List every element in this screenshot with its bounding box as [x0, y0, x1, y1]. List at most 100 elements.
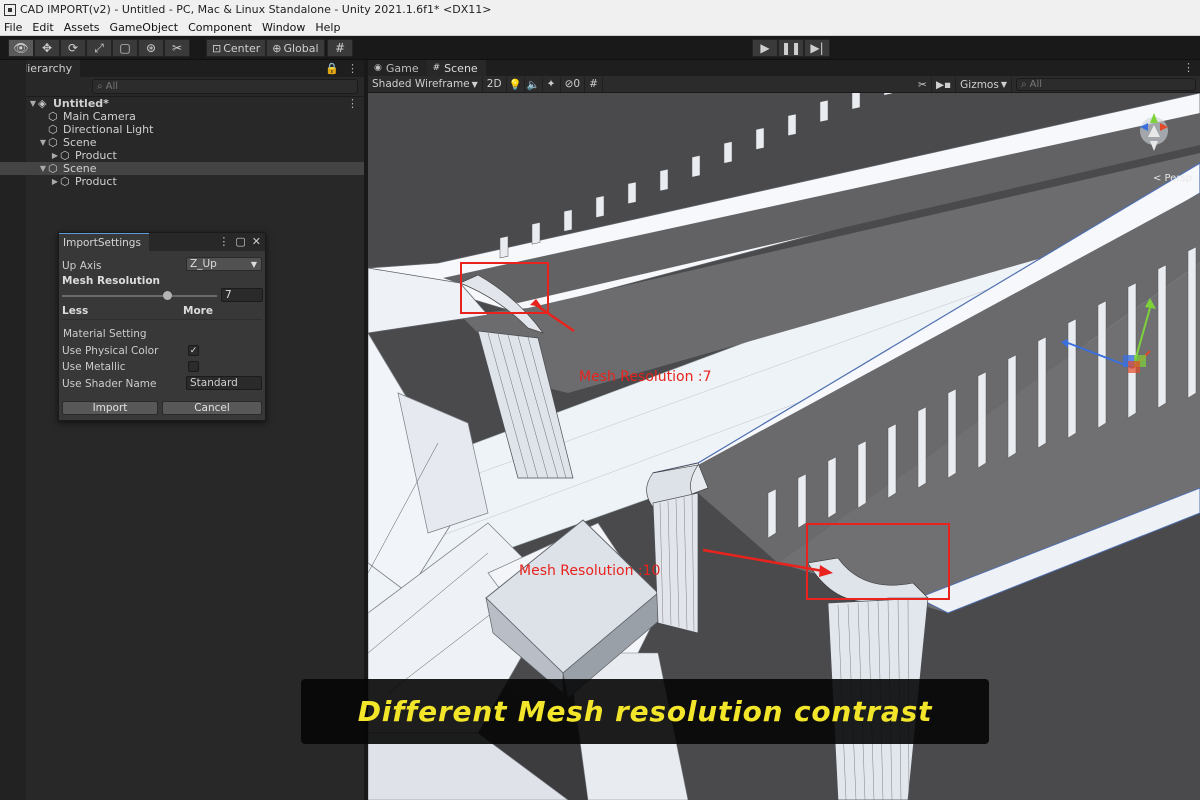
lighting-toggle[interactable]: 💡	[507, 76, 525, 92]
grid-icon: #	[589, 78, 598, 90]
effects-dropdown[interactable]: ✦	[543, 76, 561, 92]
rotate-tool-button[interactable]: ⟳	[60, 39, 86, 57]
mesh-resolution-slider-thumb[interactable]	[163, 291, 172, 300]
lock-icon[interactable]: 🔒	[325, 62, 339, 75]
menu-edit[interactable]: Edit	[32, 21, 53, 34]
maximize-icon[interactable]: ▢	[235, 235, 245, 248]
tab-scene[interactable]: # Scene	[426, 60, 486, 76]
menu-gameobject[interactable]: GameObject	[110, 21, 179, 34]
tab-import-settings[interactable]: ImportSettings	[59, 233, 149, 251]
rect-tool-button[interactable]: ▢	[112, 39, 138, 57]
camera-dropdown[interactable]: ▶▪	[932, 77, 957, 92]
step-button[interactable]: ▶|	[804, 39, 830, 57]
import-settings-window: ImportSettings ⋮ ▢ ✕ Up Axis Z_Up ▼ Mesh…	[58, 232, 266, 421]
persp-label[interactable]: < Persp	[1153, 173, 1192, 184]
rotate-icon: ⟳	[67, 41, 79, 55]
grid-snap-button[interactable]: #	[327, 39, 353, 57]
pivot-center-button[interactable]: ⊡ Center	[206, 39, 267, 57]
hidden-objects-toggle[interactable]: ⊘ 0	[561, 76, 586, 92]
play-button[interactable]: ▶	[752, 39, 778, 57]
scale-tool-button[interactable]: ⤢	[86, 39, 112, 57]
gizmos-dropdown[interactable]: Gizmos ▼	[956, 77, 1012, 92]
unity-logo-icon	[4, 3, 16, 16]
tree-row-scene-1[interactable]: ▼ ⬡ Scene	[0, 136, 364, 149]
custom-tool-button[interactable]: ✂	[164, 39, 190, 57]
hierarchy-tabbar: ☰ Hierarchy 🔒 ⋮	[0, 60, 364, 77]
pivot-tools: ⊡ Center ⊕ Global	[206, 39, 325, 57]
camera-icon: ▶▪	[935, 78, 952, 91]
pause-icon: ❚❚	[780, 41, 802, 55]
scene-toolbar: Shaded Wireframe ▼ 2D 💡 🔈 ✦ ⊘ 0 # ✂ ▶▪ G…	[368, 76, 1200, 93]
kebab-menu-icon[interactable]: ⋮	[218, 235, 229, 248]
grid-icon: #	[432, 63, 441, 73]
gameobject-cube-icon: ⬡	[48, 136, 58, 149]
gameobject-cube-icon: ⬡	[60, 149, 70, 162]
view-tool-button[interactable]: 👁	[8, 39, 34, 57]
kebab-menu-icon[interactable]: ⋮	[347, 62, 358, 75]
main-toolbar: 👁 ✥ ⟳ ⤢ ▢ ⊛ ✂ ⊡ Center ⊕ Global # ▶ ❚❚ ▶|	[0, 36, 1200, 60]
tree-row-product-2[interactable]: ▶ ⬡ Product	[0, 175, 364, 188]
use-shader-name-label: Use Shader Name	[62, 378, 157, 390]
snap-tools: #	[327, 39, 353, 57]
tree-row-root[interactable]: ▼ ◈ Untitled* ⋮	[0, 97, 364, 110]
mode-2d-toggle[interactable]: 2D	[483, 76, 507, 92]
tools-button[interactable]: ✂	[914, 77, 932, 92]
audio-toggle[interactable]: 🔈	[525, 76, 543, 92]
search-icon: ⌕	[97, 81, 103, 92]
menu-help[interactable]: Help	[315, 21, 340, 34]
expand-arrow-icon[interactable]: ▼	[38, 164, 48, 173]
use-metallic-checkbox[interactable]	[188, 361, 199, 372]
window-title: CAD IMPORT(v2) - Untitled - PC, Mac & Li…	[20, 3, 492, 16]
transform-icon: ⊛	[145, 41, 157, 55]
mesh-resolution-slider-track[interactable]	[62, 295, 217, 297]
grid-toggle[interactable]: #	[585, 76, 604, 92]
move-tool-button[interactable]: ✥	[34, 39, 60, 57]
scene-search[interactable]: ⌕ All	[1016, 78, 1196, 91]
tab-game[interactable]: ◉ Game	[368, 60, 427, 76]
grid-snap-icon: #	[334, 41, 346, 55]
expand-arrow-icon[interactable]: ▼	[28, 99, 38, 108]
menu-component[interactable]: Component	[188, 21, 252, 34]
cancel-button[interactable]: Cancel	[162, 401, 262, 415]
divider	[62, 319, 262, 320]
caption-banner: Different Mesh resolution contrast	[301, 679, 989, 744]
tree-row-main-camera[interactable]: ⬡ Main Camera	[0, 110, 364, 123]
chevron-down-icon: ▼	[250, 259, 257, 269]
menu-file[interactable]: File	[4, 21, 22, 34]
menu-assets[interactable]: Assets	[64, 21, 100, 34]
scene-tabbar: ◉ Game # Scene ⋮	[368, 60, 1200, 76]
material-setting-label: Material Setting	[63, 328, 147, 340]
eye-icon: 👁	[13, 41, 29, 55]
shading-mode-dropdown[interactable]: Shaded Wireframe ▼	[368, 76, 483, 92]
expand-arrow-icon[interactable]: ▼	[38, 138, 48, 147]
hierarchy-tab-controls: 🔒 ⋮	[325, 62, 358, 75]
up-axis-dropdown[interactable]: Z_Up ▼	[186, 257, 262, 271]
close-icon[interactable]: ✕	[252, 235, 261, 248]
collapse-arrow-icon[interactable]: ▶	[50, 151, 60, 160]
shader-name-field[interactable]: Standard	[186, 376, 262, 390]
menu-window[interactable]: Window	[262, 21, 305, 34]
mesh-resolution-value-field[interactable]: 7	[221, 288, 263, 302]
more-label: More	[183, 305, 213, 317]
gameobject-cube-icon: ⬡	[48, 123, 58, 136]
pivot-global-button[interactable]: ⊕ Global	[266, 39, 325, 57]
kebab-menu-icon[interactable]: ⋮	[347, 97, 358, 110]
import-button[interactable]: Import	[62, 401, 158, 415]
gameobject-cube-icon: ⬡	[60, 175, 70, 188]
lightbulb-icon: 💡	[508, 78, 522, 91]
collapse-arrow-icon[interactable]: ▶	[50, 177, 60, 186]
tree-row-product-1[interactable]: ▶ ⬡ Product	[0, 149, 364, 162]
use-physical-color-checkbox[interactable]: ✓	[188, 345, 199, 356]
transform-tool-button[interactable]: ⊛	[138, 39, 164, 57]
window-controls: ⋮ ▢ ✕	[218, 235, 261, 248]
search-icon: ⌕	[1021, 79, 1027, 90]
tree-row-scene-2[interactable]: ▼ ⬡ Scene	[0, 162, 364, 175]
mesh-resolution-label: Mesh Resolution	[62, 275, 161, 287]
tools-icon: ✂	[918, 78, 927, 91]
hierarchy-search[interactable]: ⌕	[92, 79, 358, 94]
kebab-menu-icon[interactable]: ⋮	[1183, 61, 1194, 74]
hierarchy-search-input[interactable]	[105, 81, 357, 92]
pause-button[interactable]: ❚❚	[778, 39, 804, 57]
play-icon: ▶	[760, 41, 770, 55]
tree-row-directional-light[interactable]: ⬡ Directional Light	[0, 123, 364, 136]
